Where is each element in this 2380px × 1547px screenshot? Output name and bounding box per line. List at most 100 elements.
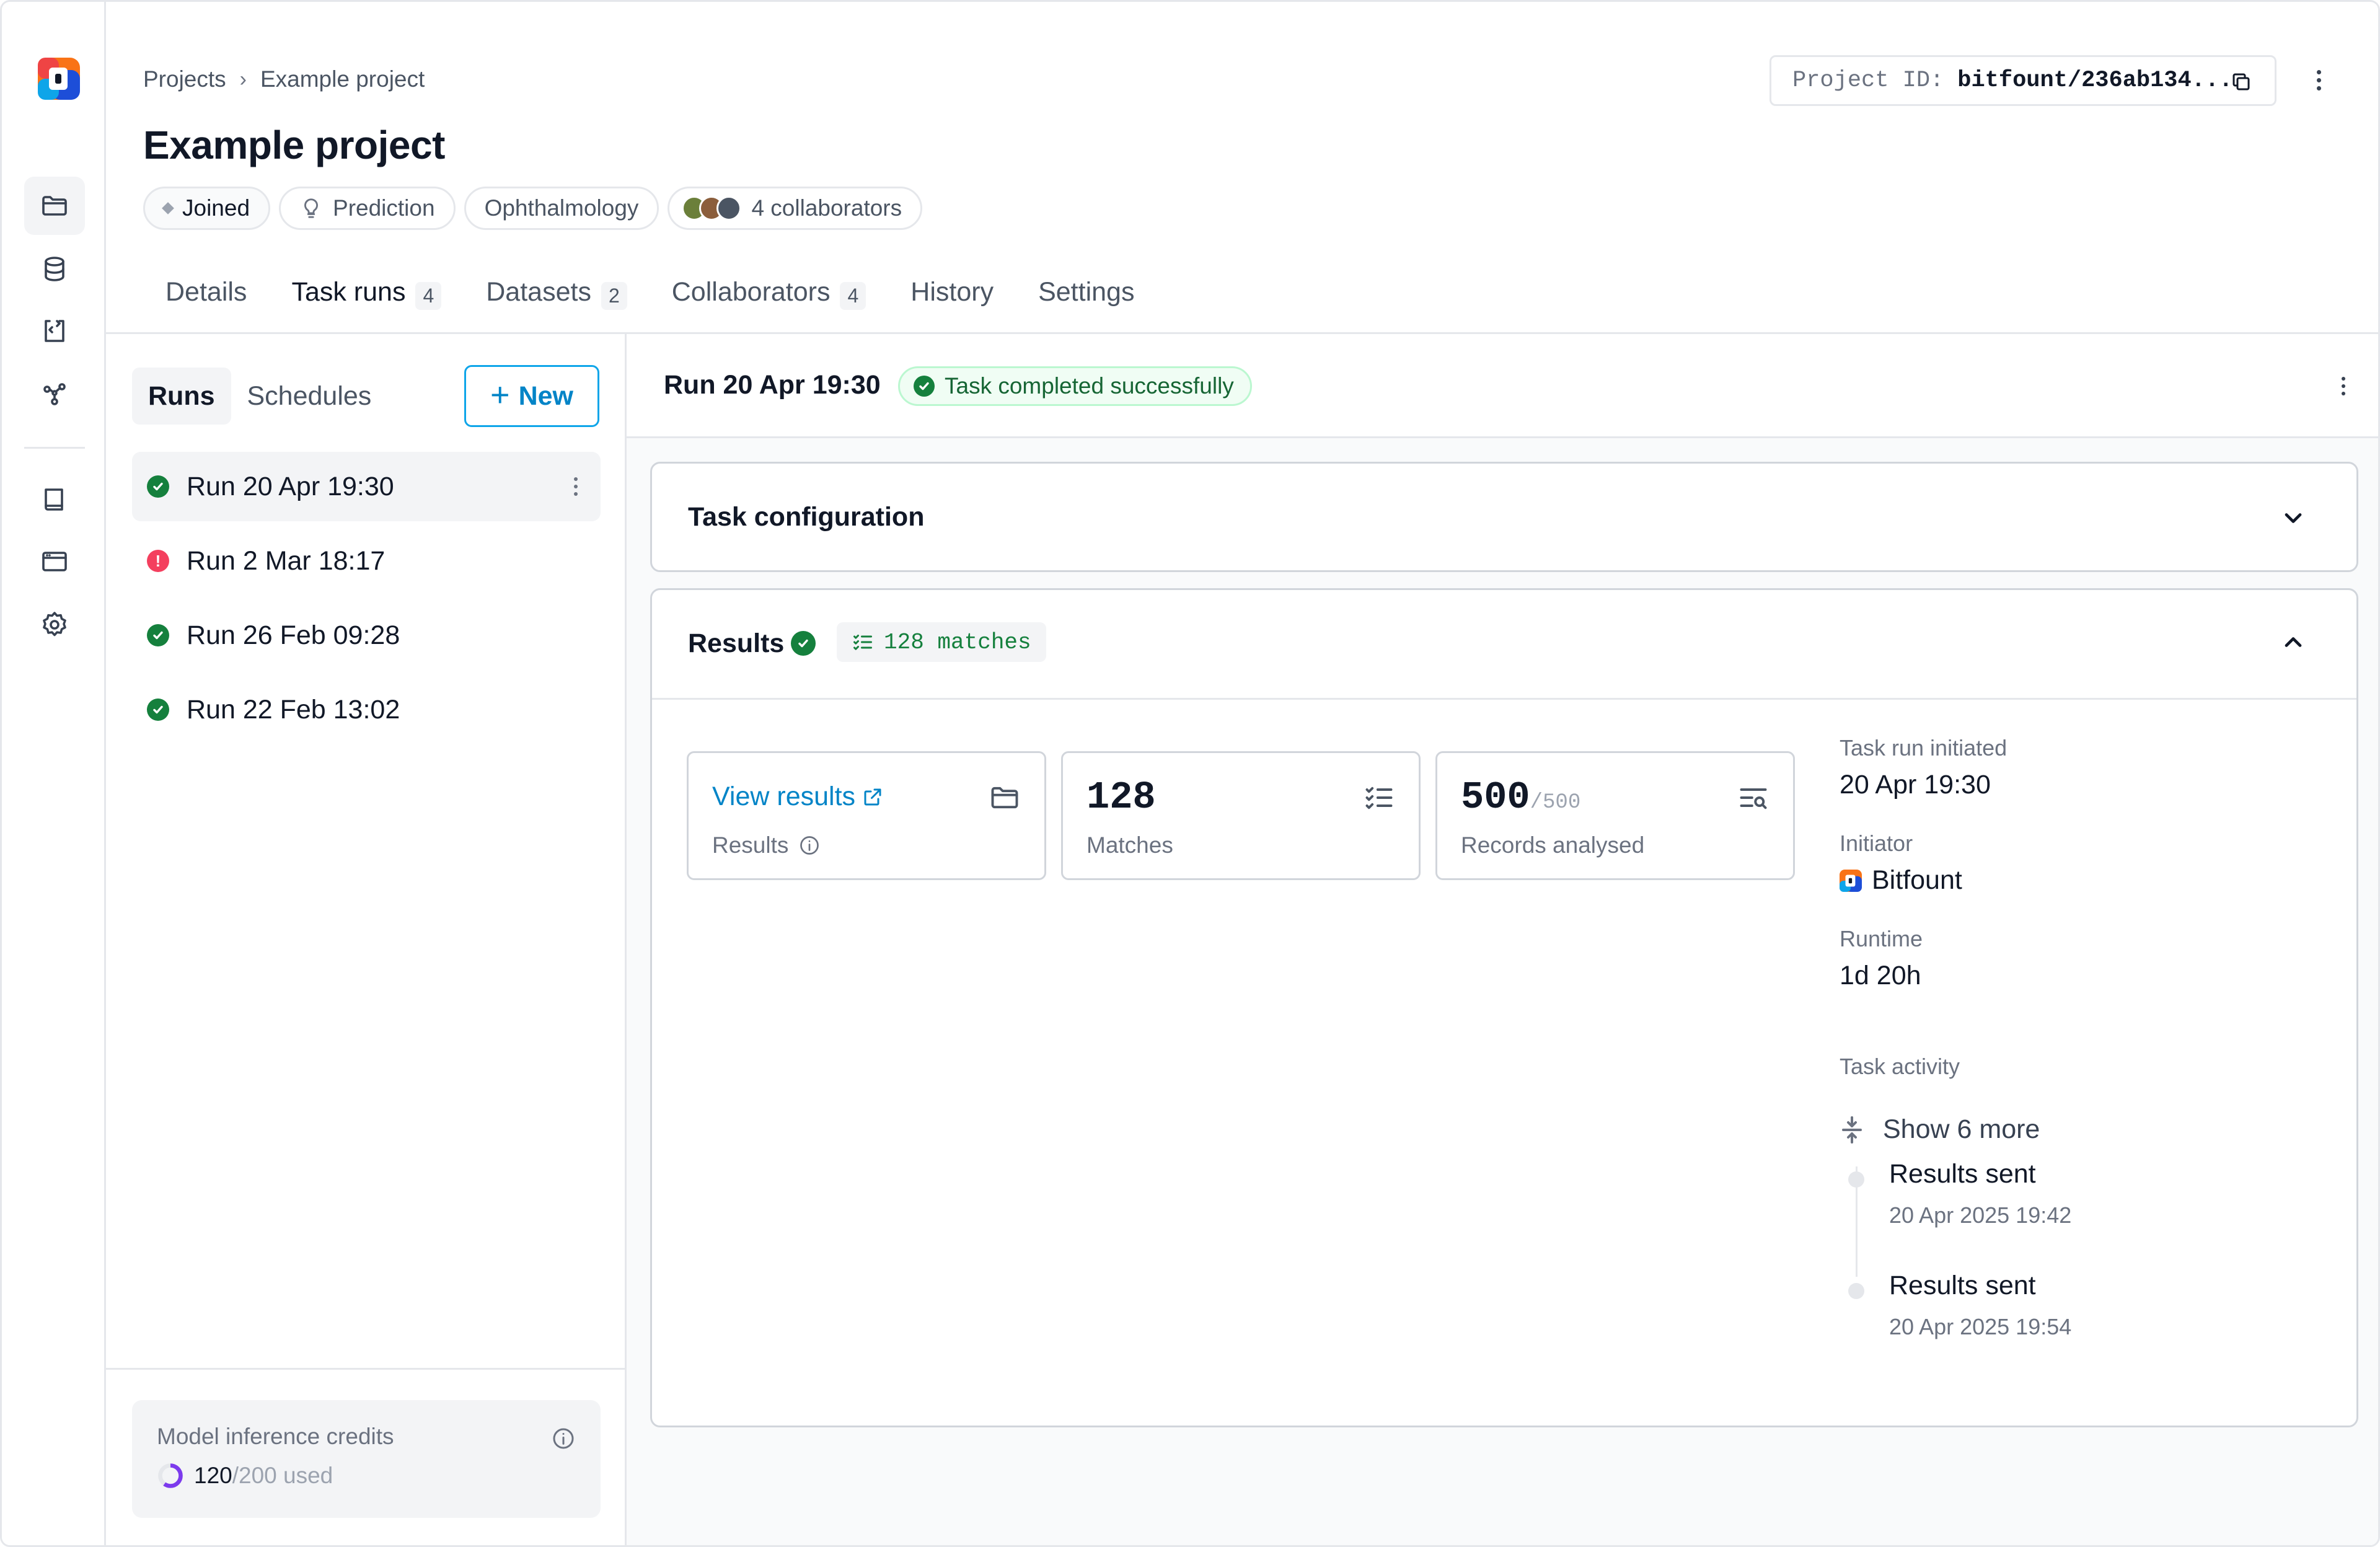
network-icon: [43, 383, 66, 405]
app-window: Projects › Example project Example proje…: [0, 0, 2380, 1547]
folder-icon: [42, 196, 67, 216]
initiator-label: Initiator: [1840, 831, 1913, 856]
bitfount-logo[interactable]: [38, 58, 80, 100]
tab-label: History: [910, 277, 994, 307]
view-results-card[interactable]: View results Results: [687, 751, 1046, 880]
task-run-initiated: Task run initiated 20 Apr 19:30: [1840, 735, 2007, 800]
matches-subtitle: Matches: [1086, 832, 1173, 858]
schedules-toggle-button[interactable]: Schedules: [231, 368, 388, 425]
projects-nav-button[interactable]: [24, 177, 85, 235]
results-subtitle: Results: [712, 832, 821, 858]
run-title: Run 20 Apr 19:30: [664, 370, 881, 400]
credits-divider: [106, 1368, 627, 1370]
info-icon[interactable]: [551, 1426, 576, 1451]
plus-icon: +: [490, 376, 510, 413]
chevron-up-icon[interactable]: [2280, 628, 2307, 656]
run-detail-menu-button[interactable]: [2331, 368, 2356, 405]
tasks-nav-button[interactable]: [24, 302, 85, 360]
initiated-value: 20 Apr 19:30: [1840, 770, 1991, 800]
new-run-label: New: [518, 381, 573, 411]
breadcrumb-current: Example project: [260, 66, 425, 92]
copy-icon[interactable]: [2230, 71, 2252, 93]
icon-rail: [2, 2, 106, 1545]
credits-total: /200 used: [232, 1463, 333, 1488]
success-check-icon: [147, 475, 169, 498]
run-list-item[interactable]: Run 20 Apr 19:30: [132, 452, 601, 521]
runs-toggle-button[interactable]: Runs: [132, 368, 231, 425]
runtime-value: 1d 20h: [1840, 961, 1921, 990]
run-list-item[interactable]: ! Run 2 Mar 18:17: [132, 526, 601, 596]
view-results-label: View results: [712, 782, 856, 811]
domain-chip: Ophthalmology: [464, 187, 659, 230]
external-link-icon: [864, 788, 881, 805]
breadcrumb: Projects › Example project: [143, 66, 425, 92]
success-check-icon: [147, 624, 169, 646]
project-tabs: Details Task runs 4 Datasets 2 Collaborato…: [143, 268, 1157, 337]
tab-label: Collaborators: [671, 277, 831, 307]
status-text: Task completed successfully: [945, 373, 1234, 399]
bitfount-logo: [1840, 869, 1862, 892]
task-configuration-title: Task configuration: [688, 502, 925, 532]
records-value: 500: [1461, 775, 1530, 819]
network-nav-button[interactable]: [24, 365, 85, 423]
expand-vertical-icon: [1842, 1116, 1862, 1144]
list-check-icon: [853, 635, 872, 650]
error-alert-icon: !: [147, 550, 169, 572]
run-detail: Run 20 Apr 19:30 Task completed successf…: [627, 334, 2378, 1545]
chevron-down-icon[interactable]: [2280, 505, 2307, 532]
joined-label: Joined: [182, 195, 250, 221]
success-check-icon: [147, 699, 169, 721]
show-more-button[interactable]: Show 6 more: [1840, 1114, 2040, 1145]
new-run-button[interactable]: + New: [464, 365, 599, 427]
code-file-icon: [45, 320, 64, 342]
task-configuration-card[interactable]: Task configuration: [650, 462, 2358, 572]
tab-count-badge: 4: [415, 282, 442, 310]
tab-settings[interactable]: Settings: [1016, 268, 1157, 333]
run-label: Run 2 Mar 18:17: [187, 545, 386, 576]
runtime: Runtime 1d 20h: [1840, 926, 1923, 991]
collaborators-chip[interactable]: 4 collaborators: [668, 187, 923, 230]
task-activity-label: Task activity: [1840, 1054, 1960, 1079]
tab-datasets[interactable]: Datasets 2: [464, 268, 650, 333]
settings-nav-button[interactable]: [24, 596, 85, 654]
project-menu-button[interactable]: [2306, 61, 2331, 99]
project-chips: Joined Prediction Ophthalmology 4 collab…: [143, 187, 923, 230]
tab-details[interactable]: Details: [143, 268, 269, 333]
list-check-icon: [1365, 787, 1393, 809]
run-list-item[interactable]: Run 22 Feb 13:02: [132, 675, 601, 744]
database-icon: [45, 257, 64, 281]
records-subtitle: Records analysed: [1461, 832, 1645, 858]
run-menu-button[interactable]: [563, 468, 588, 505]
tab-collaborators[interactable]: Collaborators 4: [650, 268, 889, 333]
datasets-nav-button[interactable]: [24, 240, 85, 298]
view-results-link[interactable]: View results: [712, 782, 884, 812]
docs-nav-button[interactable]: [24, 470, 85, 529]
run-header: Run 20 Apr 19:30 Task completed successf…: [627, 334, 2378, 438]
project-type-label: Prediction: [333, 195, 435, 221]
tab-task-runs[interactable]: Task runs 4: [269, 268, 464, 337]
credits-usage: 120/200 used: [157, 1462, 576, 1489]
initiated-label: Task run initiated: [1840, 735, 2008, 760]
usage-ring-icon: [158, 1463, 183, 1488]
matches-chip-label: 128 matches: [884, 629, 1031, 655]
app-nav-button[interactable]: [24, 532, 85, 591]
matches-value: 128: [1086, 775, 1156, 819]
credits-label: Model inference credits: [157, 1424, 394, 1449]
records-value-group: 500/500: [1461, 775, 1580, 819]
tab-history[interactable]: History: [888, 268, 1016, 333]
project-type-chip: Prediction: [279, 187, 456, 230]
activity-title: Results sent: [1889, 1159, 2036, 1189]
project-id-field[interactable]: Project ID: bitfount/236ab134...: [1770, 55, 2276, 106]
info-icon[interactable]: [798, 834, 821, 857]
initiator: Initiator Bitfount: [1840, 831, 1962, 896]
project-id-label: Project ID:: [1792, 68, 1944, 94]
credits-panel: Model inference credits 120/200 used: [132, 1400, 601, 1518]
matches-card: 128 Matches: [1061, 751, 1421, 880]
show-more-label: Show 6 more: [1883, 1114, 2040, 1144]
joined-badge: Joined: [143, 187, 271, 230]
run-list-item[interactable]: Run 26 Feb 09:28: [132, 601, 601, 670]
activity-date: 20 Apr 2025 19:54: [1889, 1314, 2072, 1339]
breadcrumb-projects-link[interactable]: Projects: [143, 66, 226, 92]
rail-divider: [24, 447, 85, 449]
initiator-value: Bitfount: [1872, 865, 1962, 895]
